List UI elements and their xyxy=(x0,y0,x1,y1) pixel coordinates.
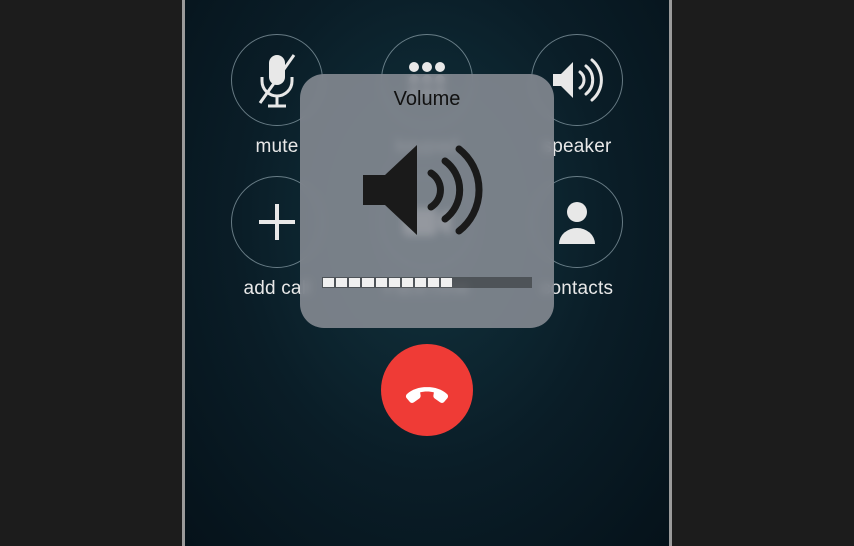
end-call-button[interactable] xyxy=(381,344,473,436)
volume-segment xyxy=(481,278,492,287)
mute-icon xyxy=(254,51,300,109)
phone-call-screen: mute keypad xyxy=(182,0,672,546)
volume-segment xyxy=(454,278,465,287)
volume-hud-title: Volume xyxy=(394,88,461,111)
end-call-row xyxy=(381,344,473,436)
volume-segment xyxy=(349,278,360,287)
volume-segment xyxy=(428,278,439,287)
volume-segment xyxy=(467,278,478,287)
volume-level-bar xyxy=(322,277,532,288)
volume-hud-icon xyxy=(357,135,497,245)
mute-label: mute xyxy=(255,136,298,158)
volume-hud: Volume xyxy=(300,74,554,328)
end-call-icon xyxy=(400,363,454,417)
volume-segment xyxy=(441,278,452,287)
volume-segment xyxy=(415,278,426,287)
volume-segment xyxy=(402,278,413,287)
volume-segment xyxy=(520,278,531,287)
volume-segment xyxy=(494,278,505,287)
volume-segment xyxy=(389,278,400,287)
volume-segment xyxy=(376,278,387,287)
plus-icon xyxy=(255,200,299,244)
volume-segment xyxy=(507,278,518,287)
contacts-icon xyxy=(555,198,599,246)
volume-segment xyxy=(323,278,334,287)
volume-segment xyxy=(362,278,373,287)
speaker-icon xyxy=(549,56,605,104)
volume-segment xyxy=(336,278,347,287)
